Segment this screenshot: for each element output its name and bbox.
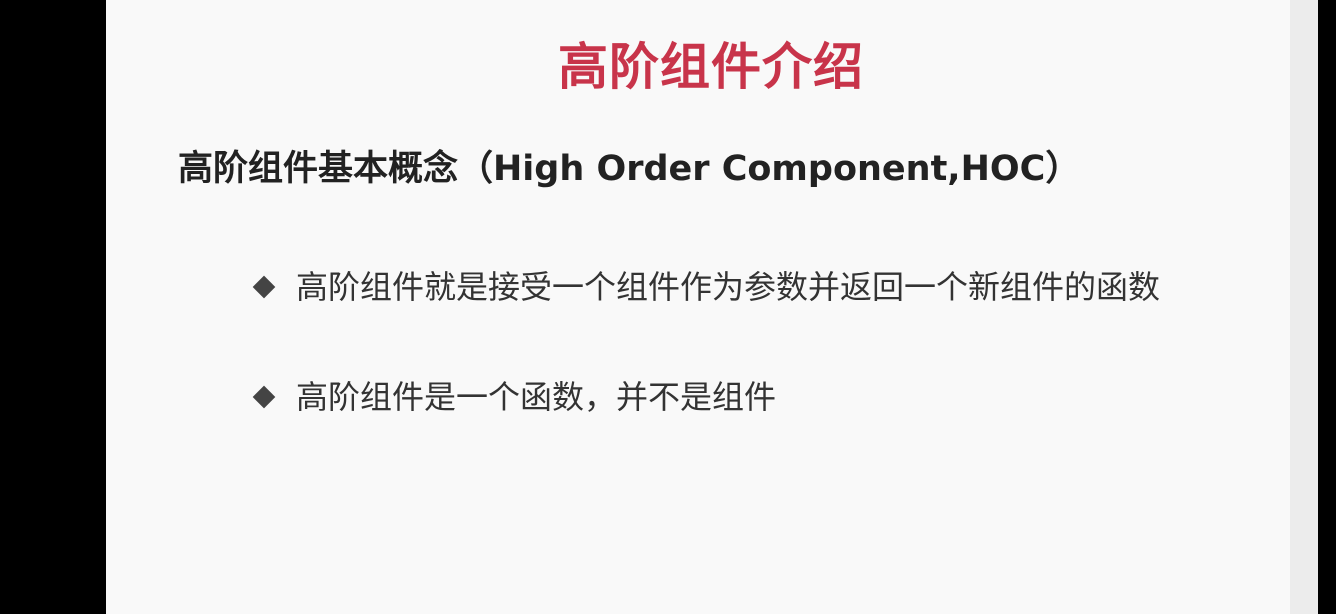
window-edge bbox=[1290, 0, 1318, 614]
slide-subtitle: 高阶组件基本概念（High Order Component,HOC） bbox=[178, 149, 1081, 189]
diamond-bullet-icon bbox=[252, 385, 276, 409]
slide: 高阶组件介绍 高阶组件基本概念（High Order Component,HOC… bbox=[106, 0, 1290, 614]
bullet-text: 高阶组件就是接受一个组件作为参数并返回一个新组件的函数 bbox=[296, 268, 1161, 306]
slide-viewer: 高阶组件介绍 高阶组件基本概念（High Order Component,HOC… bbox=[0, 0, 1336, 614]
slide-title: 高阶组件介绍 bbox=[558, 38, 864, 96]
bullet-text: 高阶组件是一个函数，并不是组件 bbox=[296, 378, 777, 416]
diamond-bullet-icon bbox=[252, 275, 276, 299]
bullet-item: 高阶组件是一个函数，并不是组件 bbox=[252, 376, 776, 418]
bullet-item: 高阶组件就是接受一个组件作为参数并返回一个新组件的函数 bbox=[252, 266, 1160, 308]
